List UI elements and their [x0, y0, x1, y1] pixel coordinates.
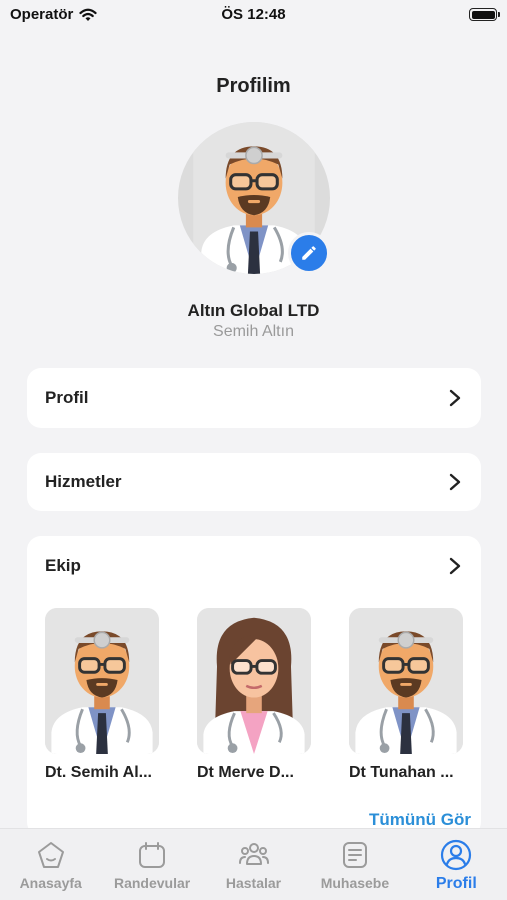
team-member[interactable]: Dt. Semih Al...	[45, 608, 159, 782]
edit-avatar-button[interactable]	[288, 232, 330, 274]
profile-card[interactable]: Profil	[27, 368, 481, 428]
tab-patients[interactable]: Hastalar	[203, 829, 304, 900]
team-member[interactable]: Dt Merve D...	[197, 608, 311, 782]
team-member-name: Dt. Semih Al...	[45, 764, 152, 781]
profile-avatar-section	[178, 122, 330, 274]
user-name: Semih Altın	[213, 323, 294, 340]
team-member[interactable]: Dt Tunahan ...	[349, 608, 463, 782]
team-card: Ekip Dt. Semih Al... Dt Merve D... Dt Tu…	[27, 536, 481, 836]
company-name: Altın Global LTD	[187, 301, 320, 320]
tab-label: Hastalar	[225, 875, 282, 891]
chevron-right-icon	[449, 473, 461, 491]
tab-label: Muhasebe	[320, 875, 390, 891]
profile-row-label: Profil	[45, 388, 89, 407]
services-row-label: Hizmetler	[45, 472, 122, 491]
team-list: Dt. Semih Al... Dt Merve D... Dt Tunahan…	[27, 596, 481, 782]
tab-profile[interactable]: Profil	[406, 829, 507, 900]
tab-label: Anasayfa	[19, 875, 82, 891]
pencil-icon	[302, 246, 316, 260]
users-icon	[238, 839, 270, 871]
tab-label: Randevular	[113, 875, 191, 891]
tab-home[interactable]: Anasayfa	[0, 829, 101, 900]
team-member-photo	[349, 608, 463, 754]
tab-label: Profil	[435, 875, 477, 892]
team-member-photo	[197, 608, 311, 754]
tab-accounting[interactable]: Muhasebe	[304, 829, 405, 900]
team-member-photo	[45, 608, 159, 754]
team-row[interactable]: Ekip	[27, 536, 481, 596]
calendar-icon	[136, 839, 168, 871]
clock: ÖS 12:48	[221, 6, 286, 23]
services-row[interactable]: Hizmetler	[27, 453, 481, 511]
home-icon	[35, 839, 67, 871]
battery-icon	[469, 8, 500, 21]
tab-bar: Anasayfa Randevular Hastalar Muhasebe Pr…	[0, 828, 507, 900]
document-icon	[339, 839, 371, 871]
status-bar: Operatör ÖS 12:48	[0, 0, 507, 30]
see-all-link[interactable]: Tümünü Gör	[369, 810, 471, 830]
team-member-name: Dt Merve D...	[197, 764, 294, 781]
page-title: Profilim	[216, 75, 291, 97]
tab-appointments[interactable]: Randevular	[101, 829, 202, 900]
team-row-label: Ekip	[45, 556, 81, 575]
services-card[interactable]: Hizmetler	[27, 453, 481, 511]
profile-row[interactable]: Profil	[27, 368, 481, 428]
chevron-right-icon	[449, 557, 461, 575]
profile-icon	[440, 839, 472, 871]
team-member-name: Dt Tunahan ...	[349, 764, 454, 781]
chevron-right-icon	[449, 389, 461, 407]
